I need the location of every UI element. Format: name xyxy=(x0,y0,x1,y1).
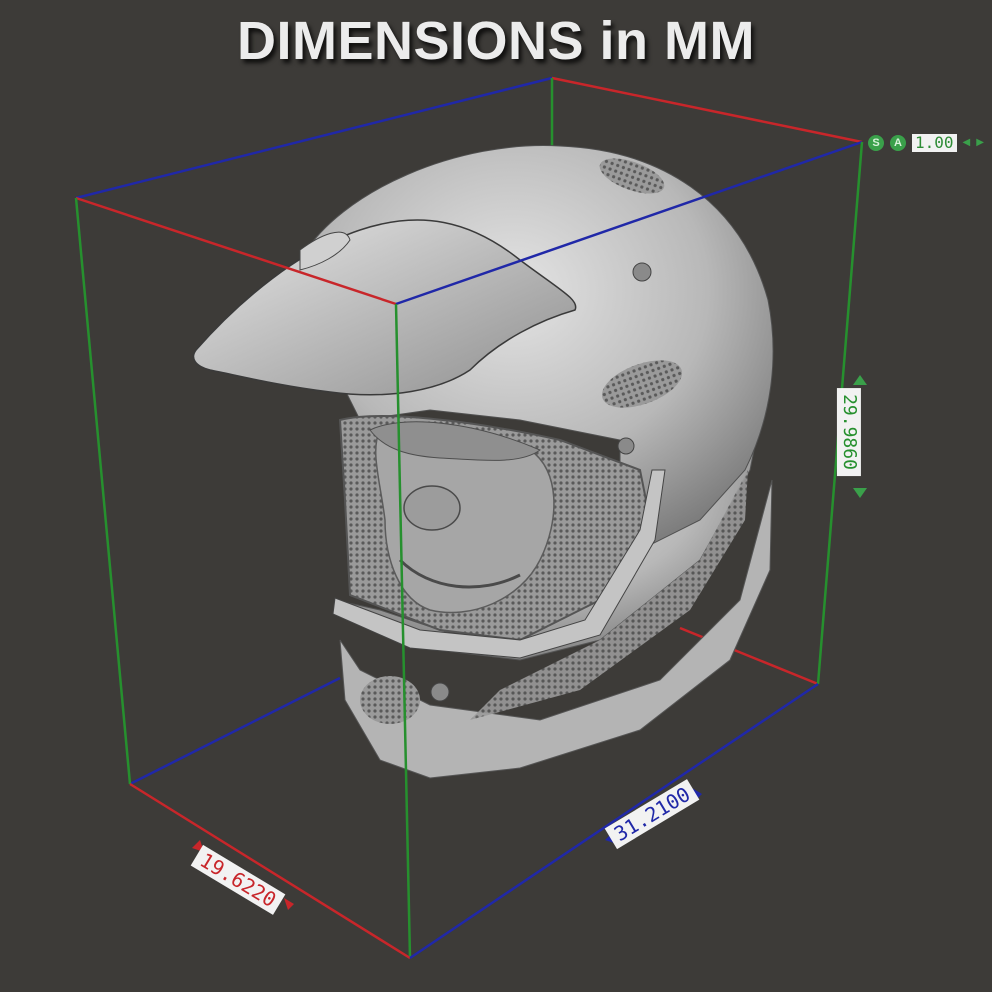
scale-left-arrow-icon[interactable]: ◀ xyxy=(963,138,971,148)
height-dimension-field[interactable]: 29.9860 xyxy=(836,388,861,476)
helmet-model[interactable] xyxy=(192,145,774,779)
chin-vent xyxy=(360,676,420,724)
screw-side xyxy=(617,437,635,455)
screw-chin xyxy=(430,682,450,702)
height-down-arrow[interactable] xyxy=(853,488,867,498)
scale-widget: S A 1.00 ◀ ▶ xyxy=(868,134,984,152)
height-up-arrow[interactable] xyxy=(853,375,867,385)
depth-right-arrow[interactable] xyxy=(284,898,294,910)
page-title: DIMENSIONS in MM xyxy=(237,11,755,71)
s-toggle-label: S xyxy=(872,137,880,149)
s-toggle-button[interactable]: S xyxy=(868,135,884,151)
scale-value-field[interactable]: 1.00 xyxy=(912,134,957,152)
a-toggle-label: A xyxy=(894,137,902,149)
3d-viewport[interactable] xyxy=(0,0,992,992)
scale-right-arrow-icon[interactable]: ▶ xyxy=(976,138,984,148)
gorilla-nose xyxy=(403,485,461,531)
screw-top xyxy=(632,262,652,282)
a-toggle-button[interactable]: A xyxy=(890,135,906,151)
